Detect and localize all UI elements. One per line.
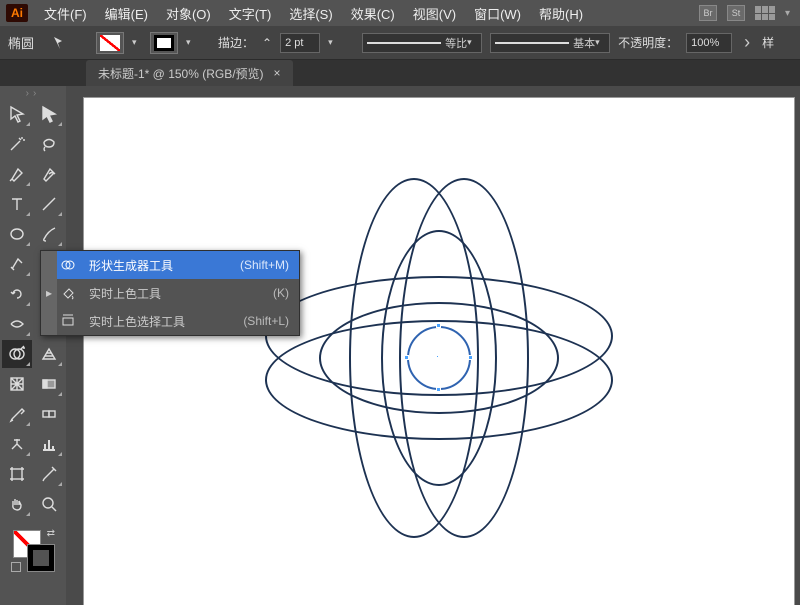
fill-swatch[interactable] (96, 32, 124, 54)
menu-type[interactable]: 文字(T) (221, 0, 280, 27)
flyout-item-live-paint-bucket[interactable]: 实时上色工具 (K) (57, 279, 299, 307)
document-tab-title: 未标题-1* @ 150% (RGB/预览) (98, 65, 264, 82)
flyout-item-shape-builder[interactable]: 形状生成器工具 (Shift+M) (57, 251, 299, 279)
document-tab-row: 未标题-1* @ 150% (RGB/预览) × (0, 60, 800, 86)
stroke-weight-field[interactable]: 2 pt (280, 33, 320, 53)
menu-edit[interactable]: 编辑(E) (97, 0, 156, 27)
column-graph-tool[interactable] (34, 430, 64, 458)
artboard[interactable] (84, 98, 794, 605)
selection-tool[interactable] (2, 100, 32, 128)
fill-dropdown-icon[interactable]: ▾ (132, 37, 142, 48)
brush-def-select[interactable]: 基本▾ (490, 33, 610, 53)
close-icon[interactable]: × (274, 66, 281, 80)
live-paint-selection-icon (57, 313, 79, 329)
rotate-tool[interactable] (2, 280, 32, 308)
menu-help[interactable]: 帮助(H) (531, 0, 591, 27)
tools-panel-handle[interactable]: ›› (13, 90, 53, 96)
options-bar: 椭圆 ▾ ▾ 描边： ⌃ 2 pt ▾ 等比▾ 基本▾ 不透明度： 100% ›… (0, 26, 800, 60)
no-selection-icon (50, 33, 70, 53)
type-tool[interactable] (2, 190, 32, 218)
flyout-item-label: 实时上色选择工具 (89, 313, 233, 330)
artboard-tool[interactable] (2, 460, 32, 488)
opacity-label: 不透明度： (618, 34, 678, 51)
eyedropper-tool[interactable] (2, 400, 32, 428)
menu-select[interactable]: 选择(S) (281, 0, 340, 27)
lasso-tool[interactable] (34, 130, 64, 158)
arrange-docs-icon[interactable] (755, 6, 775, 20)
stroke-label: 描边： (218, 34, 254, 51)
flyout-item-shortcut: (K) (273, 286, 289, 300)
menu-file[interactable]: 文件(F) (36, 0, 95, 27)
stroke-dropdown-icon[interactable]: ▾ (186, 37, 196, 48)
tools-panel: ›› (0, 86, 66, 605)
flyout-item-live-paint-selection[interactable]: 实时上色选择工具 (Shift+L) (57, 307, 299, 335)
flyout-tearoff-handle[interactable]: ▸ (41, 251, 57, 335)
options-overflow-icon[interactable]: › (740, 32, 754, 53)
menu-bar: Ai 文件(F) 编辑(E) 对象(O) 文字(T) 选择(S) 效果(C) 视… (0, 0, 800, 26)
ellipse-tool[interactable] (2, 220, 32, 248)
live-paint-bucket-icon (57, 285, 79, 301)
line-segment-tool[interactable] (34, 190, 64, 218)
document-tab[interactable]: 未标题-1* @ 150% (RGB/预览) × (86, 60, 293, 86)
width-profile-select[interactable]: 等比▾ (362, 33, 482, 53)
perspective-grid-tool[interactable] (34, 340, 64, 368)
menu-right-cluster: Br St ▾ (699, 5, 800, 21)
hand-tool[interactable] (2, 490, 32, 518)
strokeweight-dropdown-icon[interactable]: ▾ (328, 37, 338, 48)
app-logo-icon: Ai (6, 4, 28, 22)
shaper-tool[interactable] (2, 250, 32, 278)
flyout-item-shortcut: (Shift+M) (240, 258, 289, 272)
symbol-sprayer-tool[interactable] (2, 430, 32, 458)
menu-window[interactable]: 窗口(W) (466, 0, 529, 27)
fill-stroke-indicator[interactable]: ⇄ (11, 528, 55, 572)
slice-tool[interactable] (34, 460, 64, 488)
swap-fill-stroke-icon[interactable]: ⇄ (47, 528, 55, 539)
gradient-tool[interactable] (34, 370, 64, 398)
width-tool[interactable] (2, 310, 32, 338)
active-tool-label: 椭圆 (8, 33, 42, 52)
style-label: 样 (762, 34, 774, 51)
magic-wand-tool[interactable] (2, 130, 32, 158)
tool-flyout-menu: ▸ 形状生成器工具 (Shift+M) 实时上色工具 (K) 实时上色选择工具 … (40, 250, 300, 336)
flyout-item-label: 实时上色工具 (89, 285, 263, 302)
mesh-tool[interactable] (2, 370, 32, 398)
stroke-color-icon[interactable] (27, 544, 55, 572)
paintbrush-tool[interactable] (34, 220, 64, 248)
stock-icon[interactable]: St (727, 5, 745, 21)
shape-builder-tool[interactable] (2, 340, 32, 368)
canvas-area[interactable] (66, 86, 800, 605)
bridge-icon[interactable]: Br (699, 5, 717, 21)
menu-object[interactable]: 对象(O) (158, 0, 219, 27)
shape-builder-icon (57, 257, 79, 273)
link-icon[interactable]: ⌃ (262, 36, 272, 50)
flyout-item-shortcut: (Shift+L) (243, 314, 289, 328)
default-fill-stroke-icon[interactable] (11, 562, 21, 572)
stroke-swatch[interactable] (150, 32, 178, 54)
pen-tool[interactable] (2, 160, 32, 188)
menu-view[interactable]: 视图(V) (405, 0, 464, 27)
zoom-tool[interactable] (34, 490, 64, 518)
artwork-group[interactable] (239, 158, 639, 558)
flyout-item-label: 形状生成器工具 (89, 257, 230, 274)
menu-effect[interactable]: 效果(C) (343, 0, 403, 27)
curvature-tool[interactable] (34, 160, 64, 188)
opacity-field[interactable]: 100% (686, 33, 732, 53)
chevron-down-icon: ▾ (785, 8, 790, 19)
direct-selection-tool[interactable] (34, 100, 64, 128)
blend-tool[interactable] (34, 400, 64, 428)
